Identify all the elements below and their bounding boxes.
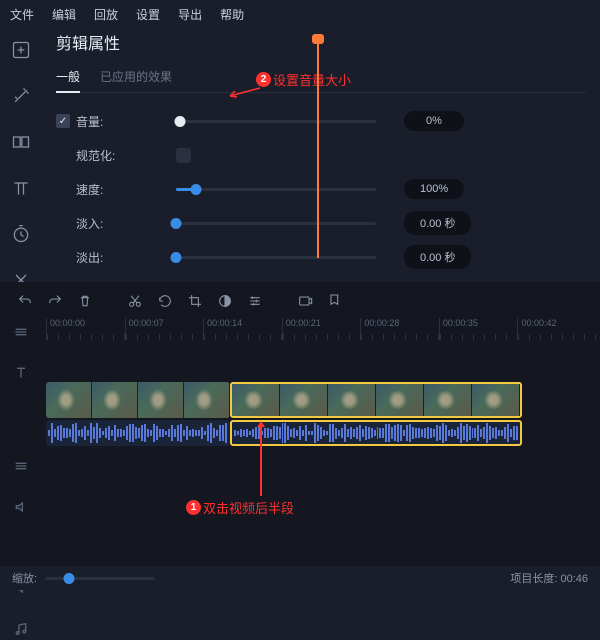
speed-slider[interactable] — [176, 181, 376, 197]
magic-wand-icon[interactable] — [7, 82, 35, 110]
fadein-slider[interactable] — [176, 215, 376, 231]
panel-tabs: 一般 已应用的效果 — [56, 68, 586, 93]
volume-value[interactable]: 0% — [404, 111, 464, 131]
add-track-icon[interactable] — [13, 324, 29, 343]
ruler-tick: 00:00:28 — [360, 318, 439, 340]
tab-general[interactable]: 一般 — [56, 68, 80, 93]
zoom-slider[interactable] — [45, 571, 155, 585]
menu-playback[interactable]: 回放 — [94, 6, 118, 23]
ruler-tick: 00:00:35 — [439, 318, 518, 340]
zoom-label: 缩放: — [12, 570, 37, 586]
delete-icon[interactable] — [70, 288, 100, 314]
volume-checkbox[interactable]: ✓ — [56, 114, 70, 128]
fadeout-value[interactable]: 0.00 秒 — [404, 245, 471, 269]
titles-icon[interactable] — [7, 174, 35, 202]
menu-edit[interactable]: 编辑 — [52, 6, 76, 23]
left-sidebar — [0, 28, 42, 294]
timeline-toolbar — [0, 282, 600, 320]
normalize-label: 规范化: — [76, 147, 115, 164]
volume-label: 音量: — [76, 113, 103, 130]
ruler-tick: 00:00:21 — [282, 318, 361, 340]
redo-icon[interactable] — [40, 288, 70, 314]
fadein-label: 淡入: — [76, 215, 103, 232]
track-headers — [0, 320, 42, 640]
tab-applied-effects[interactable]: 已应用的效果 — [100, 68, 172, 86]
ruler-tick: 00:00:07 — [125, 318, 204, 340]
normalize-checkbox[interactable] — [176, 148, 191, 163]
add-media-icon[interactable] — [7, 36, 35, 64]
properties-icon[interactable] — [240, 288, 270, 314]
time-ruler[interactable]: 00:00:00 00:00:07 00:00:14 00:00:21 00:0… — [46, 318, 596, 340]
menu-help[interactable]: 帮助 — [220, 6, 244, 23]
undo-icon[interactable] — [10, 288, 40, 314]
record-icon[interactable] — [290, 288, 320, 314]
fadeout-label: 淡出: — [76, 249, 103, 266]
timer-icon[interactable] — [7, 220, 35, 248]
timeline-bottom-bar: 缩放: 项目长度: 00:46 — [0, 566, 600, 590]
titles-track-icon[interactable] — [13, 365, 29, 384]
transitions-icon[interactable] — [7, 128, 35, 156]
color-adjust-icon[interactable] — [210, 288, 240, 314]
speed-value[interactable]: 100% — [404, 179, 464, 199]
audio-clip-1[interactable] — [46, 420, 230, 446]
ruler-tick: 00:00:14 — [203, 318, 282, 340]
audio-track-mute-icon[interactable] — [13, 499, 29, 518]
fadeout-slider[interactable] — [176, 249, 376, 265]
menu-settings[interactable]: 设置 — [136, 6, 160, 23]
timeline-area: 00:00:00 00:00:07 00:00:14 00:00:21 00:0… — [0, 282, 600, 590]
cut-icon[interactable] — [120, 288, 150, 314]
video-track[interactable] — [46, 382, 596, 418]
ruler-tick: 00:00:00 — [46, 318, 125, 340]
video-clip-1[interactable] — [46, 382, 230, 418]
music-track-icon[interactable] — [13, 621, 29, 640]
video-clip-2-selected[interactable] — [230, 382, 522, 418]
fadein-value[interactable]: 0.00 秒 — [404, 211, 471, 235]
audio-clip-2-selected[interactable] — [230, 420, 522, 446]
playhead[interactable] — [317, 38, 319, 258]
marker-icon[interactable] — [320, 288, 350, 314]
volume-slider[interactable] — [176, 113, 376, 129]
rotate-icon[interactable] — [150, 288, 180, 314]
menu-file[interactable]: 文件 — [10, 6, 34, 23]
menubar: 文件 编辑 回放 设置 导出 帮助 — [0, 0, 600, 29]
video-track-icon[interactable] — [13, 458, 29, 477]
audio-track[interactable] — [46, 420, 596, 446]
clip-properties-panel: 剪辑属性 一般 已应用的效果 ✓ 音量: 0% 规范化: 速度: 100% 淡入… — [56, 30, 586, 315]
ruler-tick: 00:00:42 — [517, 318, 596, 340]
project-length: 项目长度: 00:46 — [510, 570, 588, 586]
crop-icon[interactable] — [180, 288, 210, 314]
menu-export[interactable]: 导出 — [178, 6, 202, 23]
speed-label: 速度: — [76, 181, 103, 198]
